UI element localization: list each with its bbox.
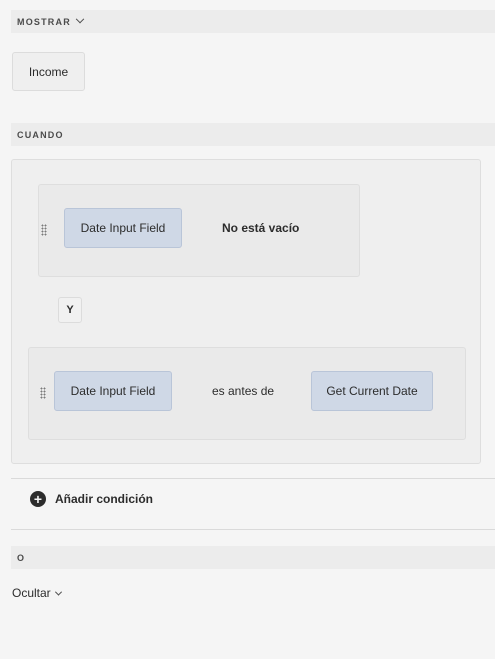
else-action-label: Ocultar xyxy=(12,586,51,600)
drag-handle-icon[interactable] xyxy=(40,387,46,399)
condition-2-value-chip[interactable]: Get Current Date xyxy=(311,371,433,411)
when-section-title: CUANDO xyxy=(17,129,64,140)
condition-1-operator[interactable]: No está vacío xyxy=(222,221,299,235)
condition-2-value-label: Get Current Date xyxy=(326,384,418,398)
condition-2-field-chip[interactable]: Date Input Field xyxy=(54,371,172,411)
condition-2-field-label: Date Input Field xyxy=(70,384,156,398)
when-section-header: CUANDO xyxy=(11,123,495,146)
logical-connector-chip[interactable]: Y xyxy=(58,297,82,323)
show-target-label: Income xyxy=(28,64,69,79)
chevron-down-icon xyxy=(75,14,85,23)
divider xyxy=(11,478,495,479)
condition-2-operator[interactable]: es antes de xyxy=(212,384,274,398)
else-action-dropdown[interactable]: Ocultar xyxy=(12,586,62,600)
condition-1-field-label: Date Input Field xyxy=(80,221,166,235)
plus-circle-icon: + xyxy=(30,491,46,507)
condition-1-field-chip[interactable]: Date Input Field xyxy=(64,208,182,248)
drag-handle-icon[interactable] xyxy=(41,224,47,236)
logical-connector-label: Y xyxy=(66,304,74,316)
else-section-header: O xyxy=(11,546,495,569)
show-section-title: MOSTRAR xyxy=(17,16,71,27)
show-target-chip[interactable]: Income xyxy=(12,52,85,91)
else-section-title: O xyxy=(17,552,26,563)
add-condition-label: Añadir condición xyxy=(55,492,154,506)
add-condition-button[interactable]: + Añadir condición xyxy=(30,490,153,508)
show-section-header[interactable]: MOSTRAR xyxy=(11,10,495,33)
divider xyxy=(11,529,495,530)
chevron-down-icon xyxy=(54,588,62,596)
